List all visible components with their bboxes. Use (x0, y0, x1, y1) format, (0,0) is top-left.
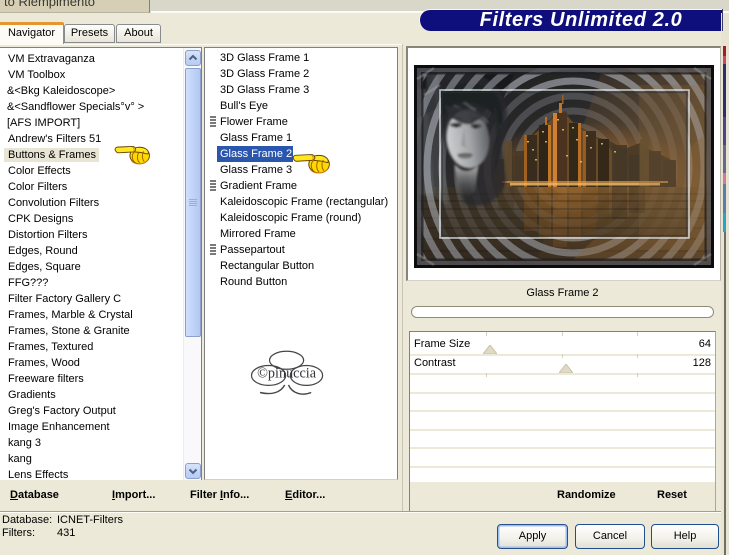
svg-text:©pinuccia: ©pinuccia (257, 365, 317, 381)
